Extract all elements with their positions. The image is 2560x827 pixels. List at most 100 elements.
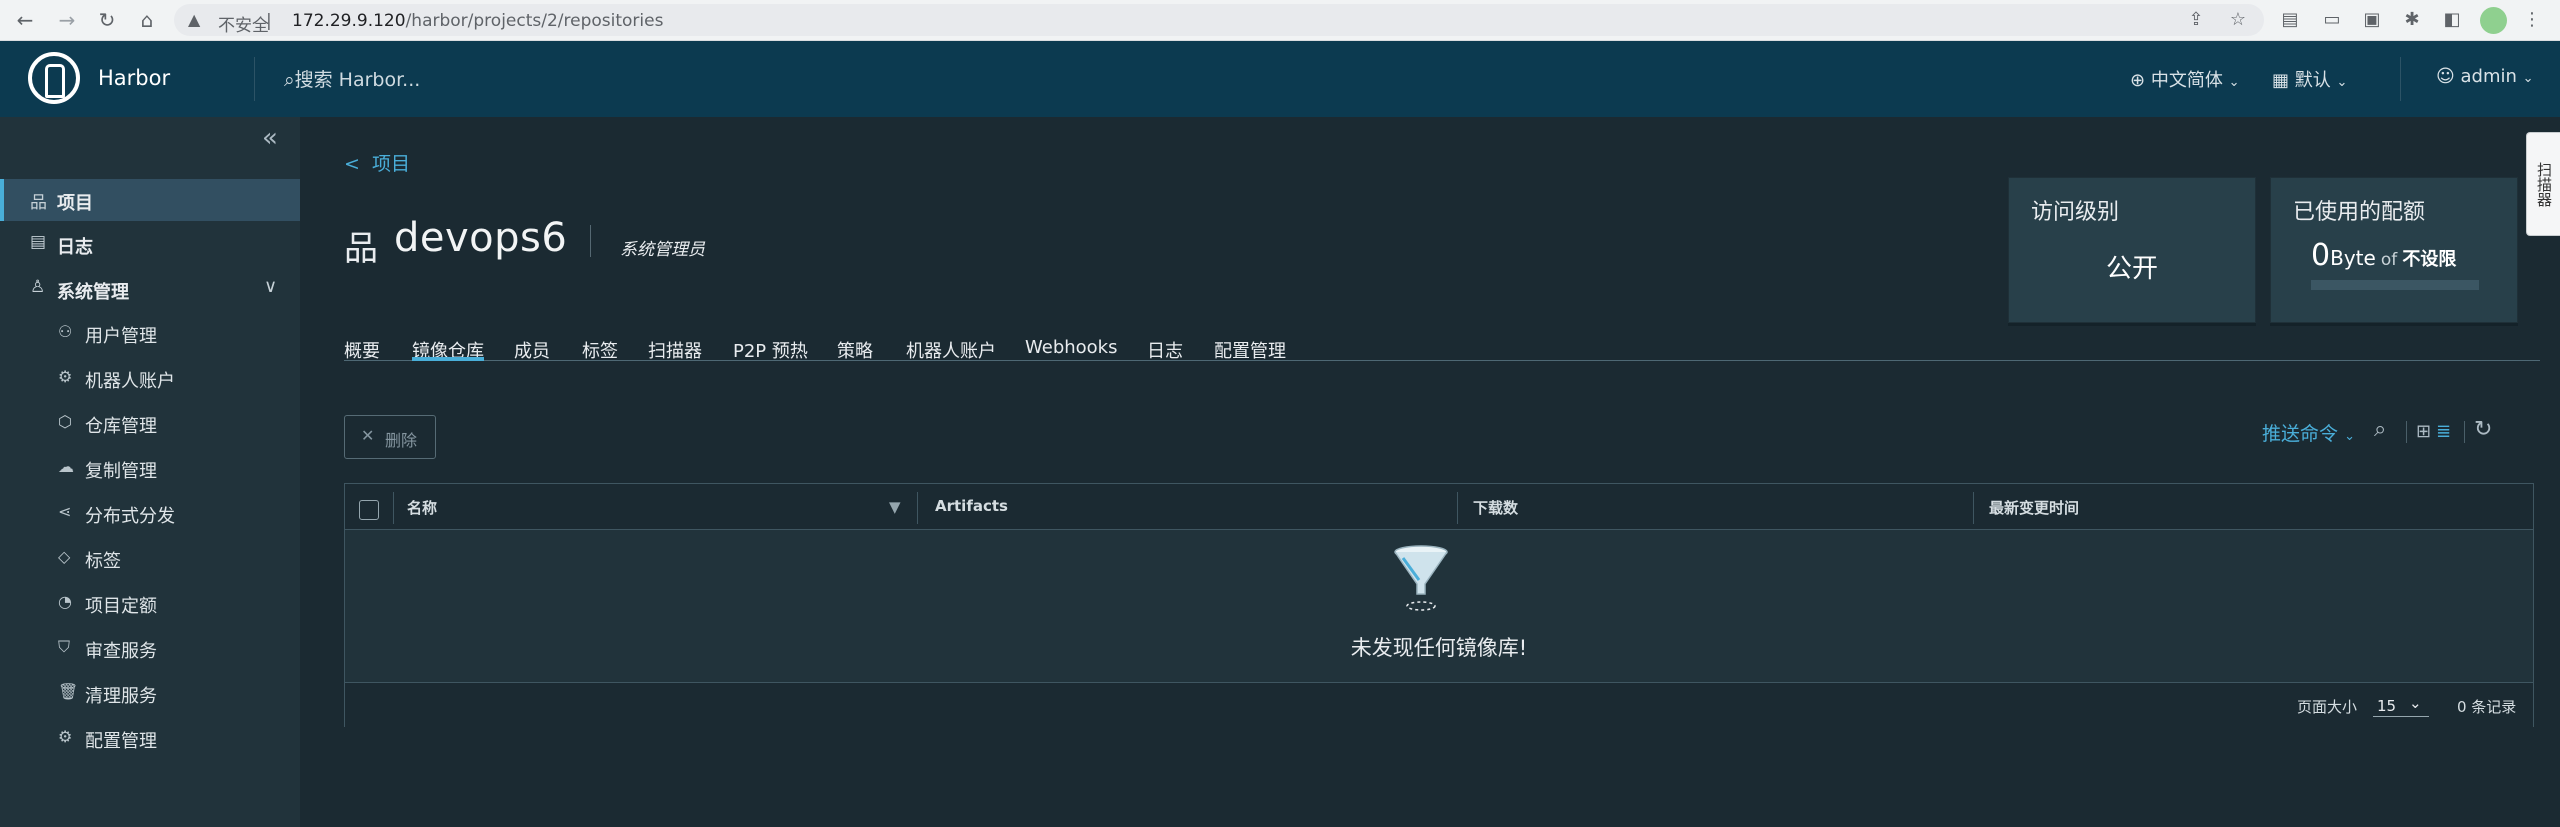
title-divider [590, 225, 591, 257]
sidebar-subitem-labels[interactable]: ◇ 标签 [0, 539, 300, 577]
total-records: 0 条记录 [2457, 698, 2517, 716]
column-divider [1457, 492, 1458, 524]
sidebar-item-logs[interactable]: ▤ 日志 [0, 223, 300, 265]
sidebar-subitem-label: 用户管理 [85, 326, 157, 347]
app-header: Harbor ⌕搜索 Harbor... ⊕ 中文简体 ⌄ ▦ 默认 ⌄ ☺ a… [0, 41, 2560, 117]
tab-logs[interactable]: 日志 [1147, 337, 1183, 363]
tab-labels[interactable]: 标签 [582, 337, 618, 363]
page-size-select[interactable]: 15 ⌄ [2373, 693, 2429, 717]
tab-robot-accounts[interactable]: 机器人账户 [906, 337, 996, 363]
breadcrumb[interactable]: < 项目 [344, 149, 410, 176]
sidebar-subitem-label: 机器人账户 [85, 371, 175, 392]
sidebar-item-projects[interactable]: 品 项目 [0, 179, 300, 221]
quota-icon: ◔ [58, 592, 72, 611]
url-separator: | [266, 11, 272, 31]
chevron-down-icon: ⌄ [2522, 71, 2534, 86]
search-icon[interactable]: ⌕ [2374, 417, 2386, 442]
card-view-icon[interactable]: ⊞ [2416, 421, 2431, 442]
puzzle-icon[interactable]: ✱ [2398, 6, 2426, 34]
forward-arrow-icon[interactable]: → [52, 5, 82, 35]
address-bar[interactable]: ▲ 不安全 | 172.29.9.120/harbor/projects/2/r… [174, 4, 2264, 36]
filter-icon[interactable]: ▼ [889, 498, 901, 516]
insecure-label: 不安全 [218, 16, 269, 36]
column-divider [393, 492, 394, 524]
sidebar-subitem-distributions[interactable]: ⋖ 分布式分发 [0, 494, 300, 532]
column-divider [917, 492, 918, 524]
toolbar-divider [2464, 421, 2465, 443]
list-view-icon[interactable]: ≣ [2436, 421, 2451, 442]
page-size-value: 15 [2377, 697, 2397, 715]
tab-summary[interactable]: 概要 [344, 337, 380, 363]
extension-icon-1[interactable]: ▤ [2276, 6, 2304, 34]
user-menu[interactable]: ☺ admin ⌄ [2436, 66, 2534, 87]
sidebar-subitem-replications[interactable]: ☁ 复制管理 [0, 449, 300, 487]
language-label: 中文简体 [2150, 70, 2223, 91]
delete-button[interactable]: ✕ 删除 [344, 415, 436, 459]
sidebar-subitem-interrogation-services[interactable]: ⛉ 审查服务 [0, 629, 300, 667]
tab-members[interactable]: 成员 [514, 337, 550, 363]
column-header-artifacts[interactable]: Artifacts [935, 497, 1008, 515]
sidebar-subitem-configuration[interactable]: ⚙ 配置管理 [0, 719, 300, 757]
breadcrumb-projects-link[interactable]: 项目 [372, 153, 410, 175]
trash-icon: 🗑 [58, 682, 79, 701]
sidebar-subitem-users[interactable]: ⚇ 用户管理 [0, 314, 300, 352]
main-content: < 项目 品 devops6 系统管理员 访问级别 公开 已使用的配额 0Byt… [300, 117, 2560, 827]
language-switcher[interactable]: ⊕ 中文简体 ⌄ [2130, 66, 2239, 92]
datagrid-footer: 页面大小 15 ⌄ 0 条记录 [345, 682, 2533, 727]
tab-policy[interactable]: 策略 [837, 337, 873, 363]
header-divider [254, 57, 255, 101]
quota-used-unit: Byte [2330, 246, 2376, 270]
tab-webhooks[interactable]: Webhooks [1025, 337, 1117, 358]
profile-avatar[interactable] [2480, 7, 2507, 34]
sidebar-subitem-project-quotas[interactable]: ◔ 项目定额 [0, 584, 300, 622]
menu-kebab-icon[interactable]: ⋮ [2518, 6, 2546, 34]
tab-scanner[interactable]: 扫描器 [648, 337, 702, 363]
tab-p2p-preheat[interactable]: P2P 预热 [733, 337, 808, 363]
extension-icon-2[interactable]: ▭ [2318, 6, 2346, 34]
sidebar-subitem-label: 标签 [85, 551, 121, 572]
distribution-icon: ⋖ [58, 502, 72, 521]
quota-limit: 不设限 [2402, 249, 2457, 270]
datetime-format-switcher[interactable]: ▦ 默认 ⌄ [2272, 66, 2347, 92]
collapse-sidebar-icon[interactable]: « [262, 123, 278, 153]
tab-configuration[interactable]: 配置管理 [1214, 337, 1286, 363]
extension-icon-3[interactable]: ▣ [2358, 6, 2386, 34]
sidepanel-icon[interactable]: ◧ [2438, 6, 2466, 34]
push-command-dropdown[interactable]: 推送命令 ⌄ [2262, 419, 2355, 446]
star-icon[interactable]: ☆ [2226, 8, 2250, 32]
select-all-checkbox[interactable] [359, 500, 379, 520]
column-header-last-modified[interactable]: 最新变更时间 [1989, 497, 2079, 518]
repositories-datagrid: 名称 ▼ Artifacts 下载数 最新变更时间 未发现任何镜像库! 页面大小… [344, 483, 2534, 727]
reload-icon[interactable]: ↻ [92, 5, 122, 35]
floating-side-tab[interactable]: 扫描器 [2526, 132, 2560, 236]
home-icon[interactable]: ⌂ [132, 5, 162, 35]
sidebar-subitem-label: 分布式分发 [85, 506, 175, 527]
quota-progress-bar [2311, 280, 2479, 290]
project-title: devops6 [394, 215, 568, 261]
logs-icon: ▤ [30, 232, 47, 252]
sidebar: « 品 项目 ▤ 日志 ♙ 系统管理 ∨ ⚇ 用户管理 ⚙ 机器人账户 ⬡ 仓库管理 … [0, 117, 300, 827]
sidebar-subitem-label: 仓库管理 [85, 416, 157, 437]
brand-name[interactable]: Harbor [98, 66, 170, 90]
column-header-pulls[interactable]: 下载数 [1473, 497, 1518, 518]
sidebar-item-administration[interactable]: ♙ 系统管理 ∨ [0, 268, 300, 310]
calendar-icon: ▦ [2272, 70, 2290, 91]
harbor-logo-icon[interactable] [28, 52, 80, 104]
back-arrow-icon[interactable]: ← [10, 5, 40, 35]
sidebar-subitem-label: 审查服务 [85, 641, 157, 662]
global-search[interactable]: ⌕搜索 Harbor... [284, 65, 420, 92]
sidebar-subitem-registries[interactable]: ⬡ 仓库管理 [0, 404, 300, 442]
column-header-name[interactable]: 名称 [407, 497, 437, 518]
sidebar-subitem-clean-up[interactable]: 🗑 清理服务 [0, 674, 300, 712]
access-level-title: 访问级别 [2031, 200, 2120, 225]
refresh-icon[interactable]: ↻ [2474, 417, 2492, 442]
share-icon[interactable]: ⇪ [2184, 8, 2208, 32]
search-icon: ⌕ [284, 69, 295, 91]
chevron-down-icon: ⌄ [2336, 75, 2348, 90]
sidebar-subitem-robot-accounts[interactable]: ⚙ 机器人账户 [0, 359, 300, 397]
push-command-label: 推送命令 [2262, 423, 2339, 445]
sidebar-item-label: 日志 [57, 237, 93, 258]
access-level-value: 公开 [2105, 254, 2158, 284]
quota-usage: 0Byte of 不设限 [2311, 238, 2456, 273]
chevron-down-icon[interactable]: ∨ [264, 276, 277, 297]
